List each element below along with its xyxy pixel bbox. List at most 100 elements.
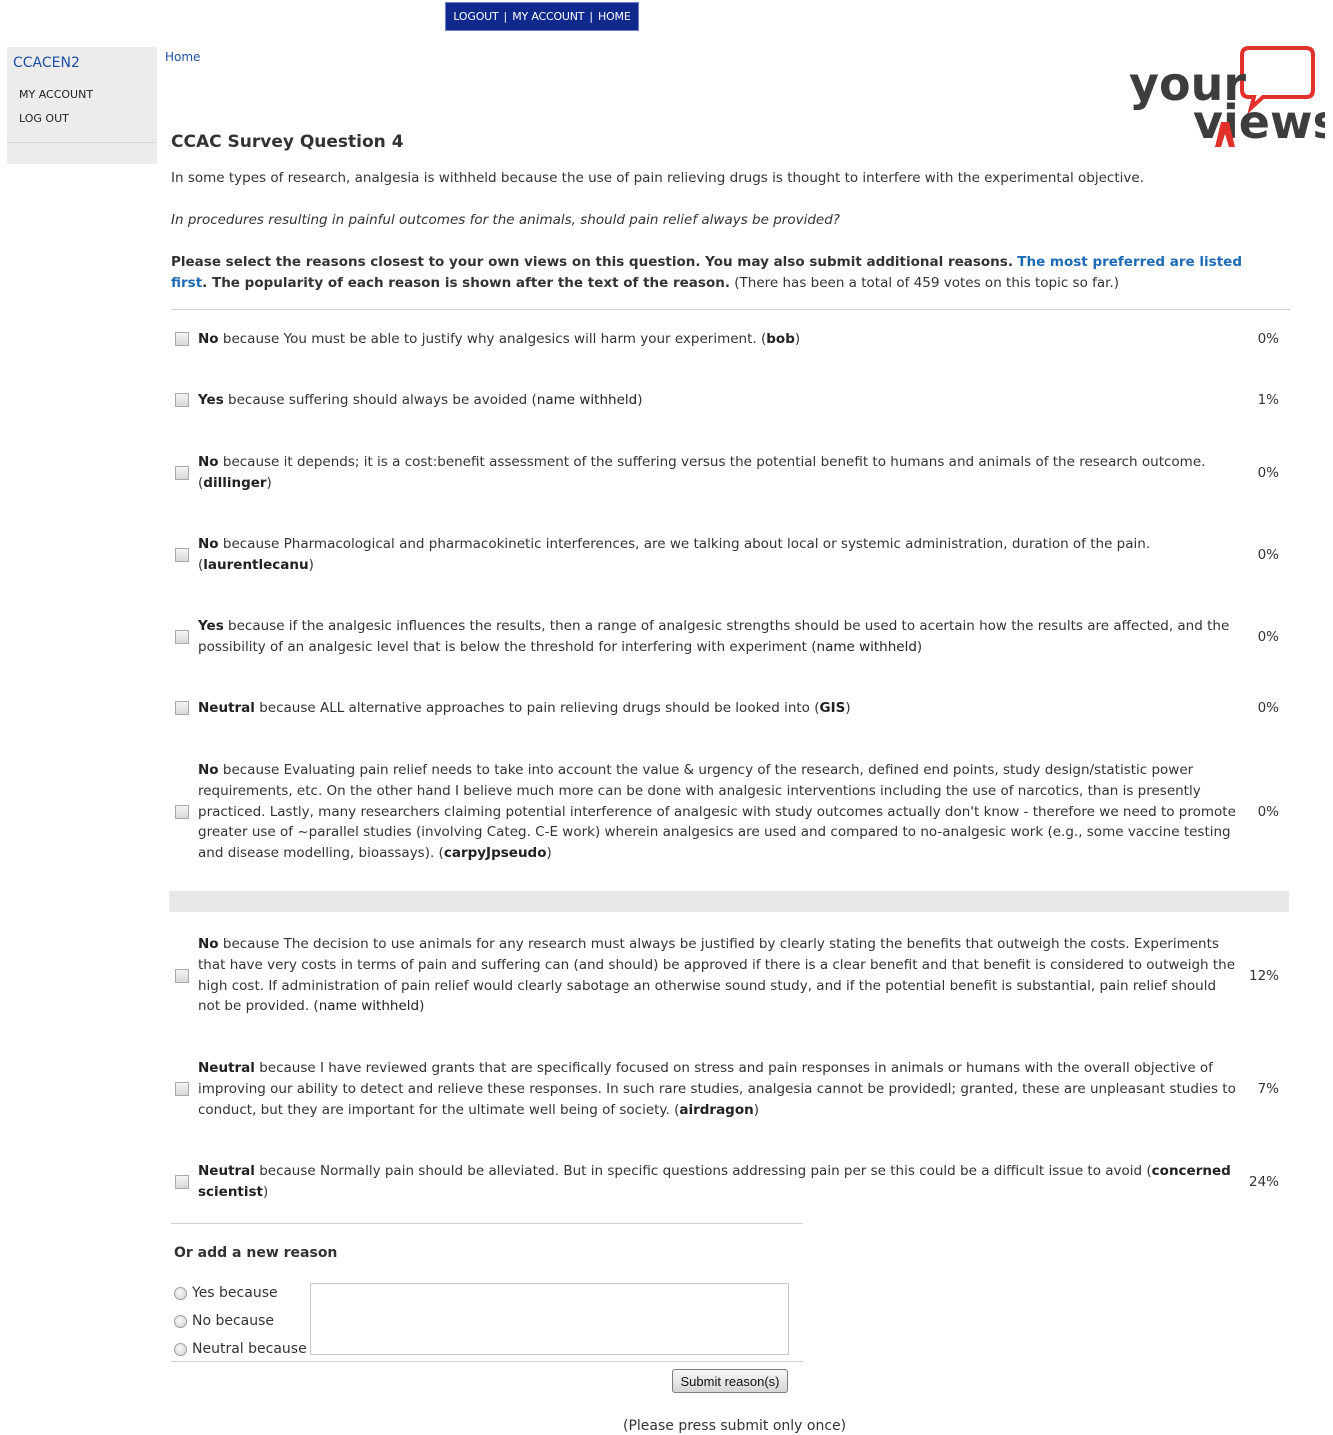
new-reason-heading: Or add a new reason <box>174 1245 338 1261</box>
reason-row[interactable]: Neutral because ALL alternative approach… <box>171 698 1291 719</box>
reason-checkbox[interactable] <box>175 393 189 408</box>
reason-stance: Yes <box>198 618 224 634</box>
reason-checkbox[interactable] <box>175 465 189 480</box>
radio-button[interactable] <box>174 1342 187 1356</box>
reason-percent: 0% <box>1257 331 1279 348</box>
reason-text: No because Evaluating pain relief needs … <box>198 760 1238 864</box>
reason-close: ) <box>637 392 643 408</box>
reason-text: Neutral because I have reviewed grants t… <box>198 1058 1238 1120</box>
reason-body: because Pharmacological and pharmacokine… <box>198 536 1151 573</box>
sidebar-item-my-account[interactable]: MY ACCOUNT <box>19 88 93 101</box>
submit-reasons-button[interactable]: Submit reason(s) <box>672 1369 788 1393</box>
reason-checkbox[interactable] <box>175 701 189 716</box>
reason-text: Yes because if the analgesic influences … <box>198 616 1238 658</box>
reason-author: dillinger <box>203 474 267 491</box>
reason-checkbox[interactable] <box>175 1174 189 1189</box>
reason-body: because if the analgesic influences the … <box>198 618 1230 655</box>
reason-stance: Yes <box>198 392 224 408</box>
section-separator-bar <box>169 891 1289 912</box>
instructions: Please select the reasons closest to you… <box>171 252 1246 294</box>
nav-separator: | <box>503 10 508 23</box>
reason-body: because it depends; it is a cost:benefit… <box>198 454 1206 491</box>
nav-separator: | <box>589 10 594 23</box>
reason-author: bob <box>766 331 795 347</box>
logo-word-views: views <box>1193 95 1325 149</box>
reason-body: because Evaluating pain relief needs to … <box>198 762 1236 862</box>
reason-author: name withheld <box>318 998 420 1015</box>
reason-percent: 0% <box>1257 700 1279 717</box>
reason-percent: 7% <box>1257 1081 1279 1098</box>
reason-text: Neutral because Normally pain should be … <box>198 1161 1238 1203</box>
reason-close: ) <box>794 331 801 347</box>
reason-stance: No <box>198 762 219 778</box>
new-reason-textarea[interactable] <box>310 1283 789 1355</box>
reason-text: No because You must be able to justify w… <box>198 329 1238 350</box>
home-link[interactable]: HOME <box>598 10 631 23</box>
reason-author: name withheld <box>536 392 638 408</box>
question-text: In procedures resulting in painful outco… <box>171 212 840 228</box>
radio-no-because[interactable]: No because <box>174 1313 274 1329</box>
reason-checkbox[interactable] <box>175 968 189 983</box>
reason-text: No because Pharmacological and pharmacok… <box>198 534 1238 576</box>
reason-percent: 1% <box>1257 392 1279 409</box>
reason-checkbox[interactable] <box>175 547 189 562</box>
breadcrumb-home-link[interactable]: Home <box>165 50 200 64</box>
reason-percent: 24% <box>1248 1173 1279 1190</box>
reason-author: name withheld <box>816 638 917 655</box>
radio-label: No because <box>192 1313 275 1329</box>
divider <box>171 1361 803 1362</box>
reason-percent: 0% <box>1257 546 1279 563</box>
reason-stance: No <box>198 454 219 470</box>
reason-row[interactable]: No because Evaluating pain relief needs … <box>171 760 1291 864</box>
reason-close: ) <box>916 638 923 655</box>
reason-checkbox[interactable] <box>175 332 189 347</box>
reason-row[interactable]: Yes because suffering should always be a… <box>171 390 1291 411</box>
reason-row[interactable]: Neutral because Normally pain should be … <box>171 1161 1291 1203</box>
reason-author: carpyJpseudo <box>443 845 547 862</box>
reason-stance: Neutral <box>198 1060 255 1076</box>
instructions-vote-total: (There has been a total of 459 votes on … <box>734 275 1120 291</box>
reason-stance: Neutral <box>198 700 255 716</box>
top-nav-bar: LOGOUT | MY ACCOUNT | HOME <box>445 2 639 31</box>
reason-stance: Neutral <box>198 1163 255 1179</box>
reason-checkbox[interactable] <box>175 629 189 644</box>
radio-button[interactable] <box>174 1314 187 1328</box>
radio-label: Neutral because <box>192 1341 307 1357</box>
reason-stance: No <box>198 536 219 552</box>
reason-percent: 0% <box>1257 803 1279 820</box>
page-title: CCAC Survey Question 4 <box>171 132 404 152</box>
reason-text: Neutral because ALL alternative approach… <box>198 698 1238 719</box>
question-intro: In some types of research, analgesia is … <box>171 170 1144 186</box>
my-account-link[interactable]: MY ACCOUNT <box>512 10 584 23</box>
radio-yes-because[interactable]: Yes because <box>174 1285 278 1301</box>
logout-link[interactable]: LOGOUT <box>453 10 498 23</box>
radio-label: Yes because <box>192 1285 278 1301</box>
reason-row[interactable]: No because The decision to use animals f… <box>171 934 1291 1017</box>
reason-text: Yes because suffering should always be a… <box>198 390 1238 411</box>
reason-stance: No <box>198 331 219 347</box>
reason-row[interactable]: Neutral because I have reviewed grants t… <box>171 1058 1291 1120</box>
reason-close: ) <box>753 1101 760 1118</box>
reason-row[interactable]: No because You must be able to justify w… <box>171 329 1291 350</box>
reason-body: because suffering should always be avoid… <box>228 392 537 408</box>
reason-close: ) <box>263 1183 269 1200</box>
reason-author: laurentlecanu <box>203 556 309 573</box>
reason-row[interactable]: No because it depends; it is a cost:bene… <box>171 452 1291 494</box>
sidebar: CCACEN2 MY ACCOUNT LOG OUT <box>7 47 157 164</box>
reason-row[interactable]: No because Pharmacological and pharmacok… <box>171 534 1291 576</box>
reason-close: ) <box>845 700 851 716</box>
reason-close: ) <box>419 998 425 1015</box>
sidebar-item-log-out[interactable]: LOG OUT <box>19 112 69 125</box>
divider <box>171 1223 803 1224</box>
reason-close: ) <box>308 556 314 573</box>
radio-button[interactable] <box>174 1286 187 1300</box>
reason-percent: 12% <box>1248 967 1279 984</box>
reason-checkbox[interactable] <box>175 1082 189 1097</box>
instructions-bold-2: . The popularity of each reason is shown… <box>202 275 730 291</box>
reason-close: ) <box>546 845 552 862</box>
reason-row[interactable]: Yes because if the analgesic influences … <box>171 616 1291 658</box>
sidebar-divider <box>7 142 157 143</box>
reason-checkbox[interactable] <box>175 804 189 819</box>
radio-neutral-because[interactable]: Neutral because <box>174 1341 307 1357</box>
reason-percent: 0% <box>1257 464 1279 481</box>
